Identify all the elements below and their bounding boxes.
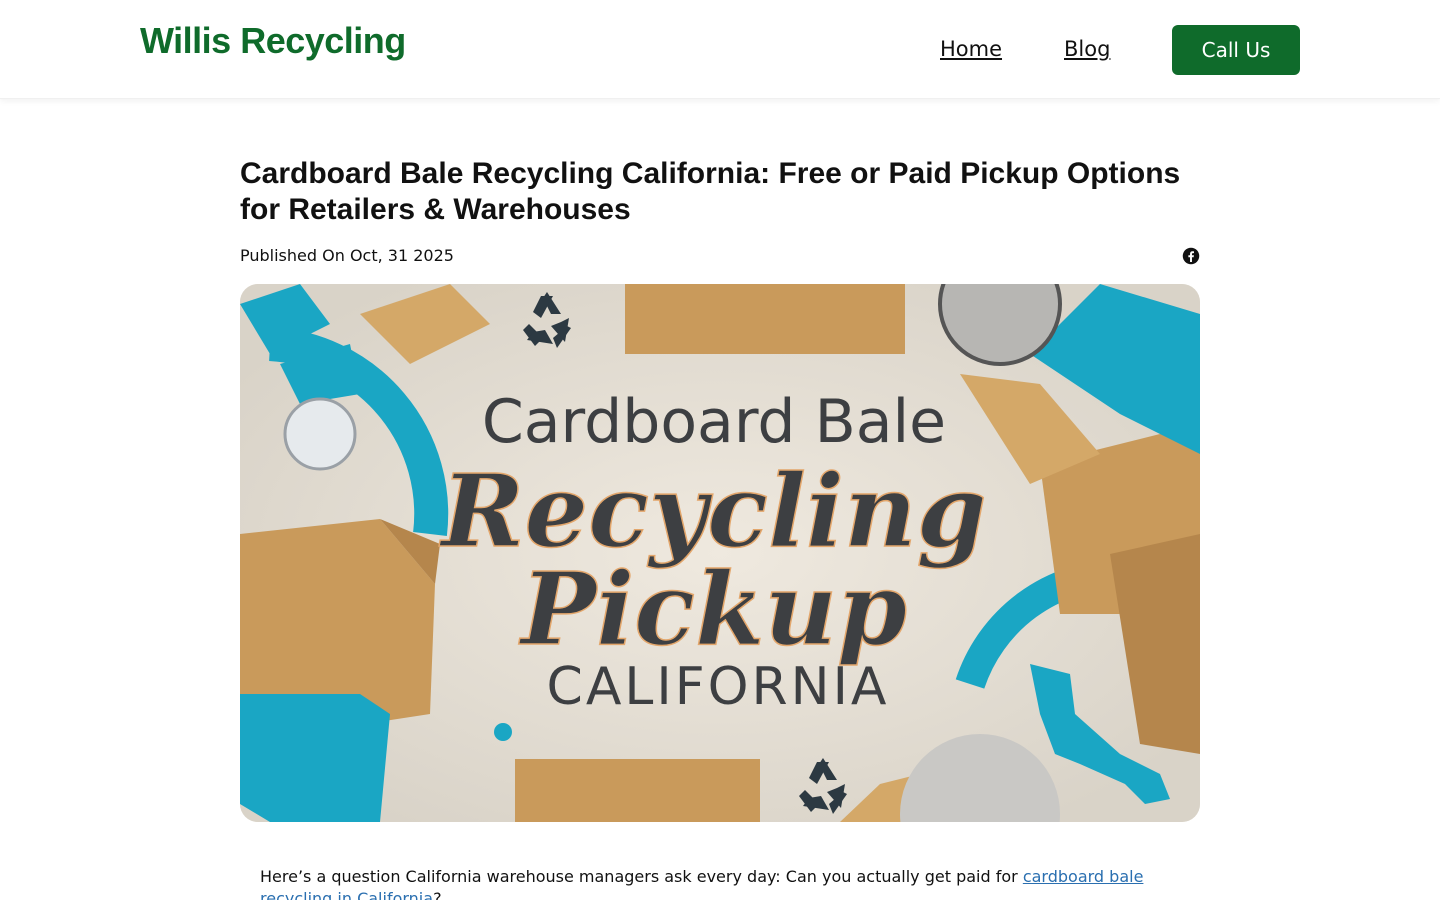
nav-blog-link[interactable]: Blog [1064, 37, 1110, 61]
intro-paragraph: Here’s a question California warehouse m… [260, 866, 1180, 900]
published-date: Published On Oct, 31 2025 [240, 246, 454, 265]
hero-line-4: CALIFORNIA [547, 657, 890, 717]
article-title: Cardboard Bale Recycling California: Fre… [240, 157, 1181, 226]
call-us-button[interactable]: Call Us [1172, 25, 1300, 75]
hero-line-1: Cardboard Bale [482, 387, 946, 457]
hero-image: Cardboard Bale Recycling Pickup CALIFORN… [240, 284, 1200, 822]
intro-end: ? [433, 889, 442, 900]
nav-home-link[interactable]: Home [940, 37, 1002, 61]
site-logo[interactable]: Willis Recycling [140, 20, 406, 62]
facebook-icon[interactable] [1182, 247, 1200, 265]
cardboard-box-decoration [625, 284, 905, 354]
site-header: Willis Recycling Home Blog Call Us [0, 0, 1440, 99]
hero-line-3: Pickup [518, 550, 907, 668]
intro-text: Here’s a question California warehouse m… [260, 867, 1023, 886]
